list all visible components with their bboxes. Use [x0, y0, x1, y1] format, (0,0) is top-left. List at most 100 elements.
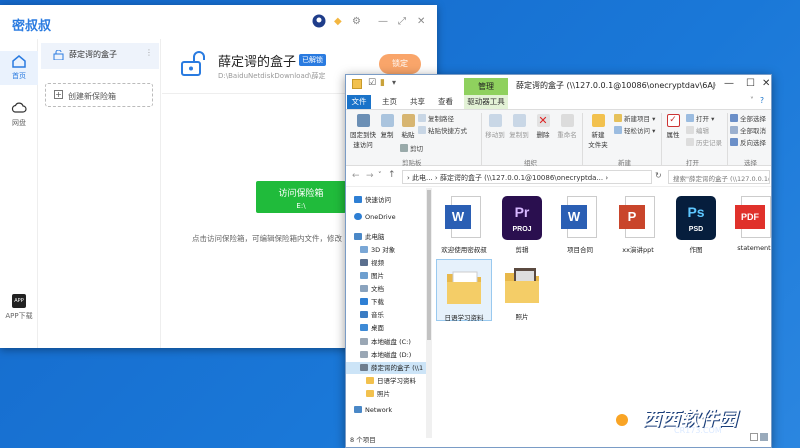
gear-icon[interactable]: ⚙	[352, 16, 361, 27]
nav-home[interactable]: 首页	[0, 51, 38, 85]
nav-folder-japanese[interactable]: 日语学习资料	[346, 375, 432, 387]
help-icon[interactable]: ?	[760, 96, 764, 105]
copy-icon	[380, 114, 394, 127]
create-vault-button[interactable]: + 创建新保险箱	[45, 83, 153, 107]
cloud-icon	[354, 213, 362, 220]
nav-vault-drive[interactable]: 薛定谔的盒子 (\\1	[346, 362, 432, 374]
cut-button[interactable]: 剪切	[400, 143, 423, 153]
up-icon[interactable]: ↑	[388, 170, 396, 180]
search-input[interactable]: 搜索"薛定谔的盒子 (\\127.0.0.1@...	[668, 170, 770, 184]
forward-icon[interactable]: →	[366, 171, 374, 181]
nav-pictures[interactable]: 图片	[346, 270, 432, 282]
close-icon[interactable]: ✕	[762, 78, 770, 89]
invert-selection-button[interactable]: 反向选择	[730, 137, 766, 147]
file-item[interactable]: Pr PROJ 剪辑	[494, 196, 550, 254]
move-to-button[interactable]: 移动到	[484, 114, 506, 139]
nav-this-pc[interactable]: 此电脑	[346, 231, 432, 243]
open-icon	[686, 114, 694, 122]
manage-context-tab[interactable]: 管理	[464, 78, 508, 95]
scissors-icon	[400, 144, 408, 152]
vault-list-item[interactable]: 薛定谔的盒子 ⋮	[41, 43, 159, 69]
folder-icon	[502, 263, 542, 307]
ribbon-collapse-icon[interactable]: ˅	[750, 96, 754, 105]
hint-text: 点击访问保险箱，可编辑保险箱内文件，修改	[192, 234, 342, 243]
powerpoint-icon: P	[619, 196, 657, 240]
file-item[interactable]: PDF statement	[726, 196, 771, 252]
copy-to-label: 复制到	[509, 131, 529, 139]
download-icon	[360, 298, 368, 305]
divider	[661, 113, 662, 165]
nav-app-download[interactable]: APP APP下载	[0, 294, 38, 321]
tab-drive-tools[interactable]: 驱动器工具	[464, 95, 508, 109]
properties-qa-icon[interactable]: ☑	[368, 78, 376, 88]
minimize-icon[interactable]: —	[724, 78, 734, 89]
avatar[interactable]	[312, 14, 326, 31]
open-button[interactable]: 打开 ▾	[686, 113, 714, 123]
folder-item[interactable]: 照片	[494, 263, 550, 321]
scroll-thumb[interactable]	[427, 190, 431, 340]
nav-drive-c[interactable]: 本地磁盘 (C:)	[346, 336, 432, 348]
network-drive-icon	[360, 364, 368, 371]
nav-onedrive[interactable]: OneDrive	[346, 213, 432, 225]
folder-icon	[444, 264, 484, 308]
file-item[interactable]: Ps PSD 作图	[668, 196, 724, 254]
select-all-button[interactable]: 全部选择	[730, 113, 766, 123]
edit-button[interactable]: 编辑	[686, 125, 709, 135]
pin-quick-access-button[interactable]: 固定到快 速访问	[348, 114, 378, 149]
refresh-icon[interactable]: ↻	[655, 171, 662, 180]
minimize-icon[interactable]: —	[378, 16, 388, 27]
close-icon[interactable]: ✕	[417, 16, 425, 27]
properties-button[interactable]: ✓ 属性	[664, 114, 682, 139]
rename-button[interactable]: 重命名	[556, 114, 578, 139]
select-none-button[interactable]: 全部取消	[730, 125, 766, 135]
nav-drive-d[interactable]: 本地磁盘 (D:)	[346, 349, 432, 361]
nav-cloud[interactable]: 网盘	[0, 101, 38, 128]
history-button[interactable]: 历史记录	[686, 137, 722, 147]
nav-3d-objects[interactable]: 3D 对象	[346, 244, 432, 256]
recent-dropdown-icon[interactable]: ˅	[378, 171, 382, 179]
file-item[interactable]: W 欢迎使用密叔叔	[436, 196, 492, 254]
copy-button[interactable]: 复制	[379, 114, 395, 139]
paste-shortcut-button[interactable]: 粘贴快捷方式	[418, 125, 467, 135]
paste-button[interactable]: 粘贴	[399, 114, 417, 139]
maximize-icon[interactable]: ☐	[746, 78, 755, 89]
new-folder-button[interactable]: 新建 文件夹	[586, 114, 610, 149]
nav-desktop[interactable]: 桌面	[346, 322, 432, 334]
new-folder-qa-icon[interactable]: ▮	[380, 78, 385, 88]
maximize-icon[interactable]: ⤢	[398, 16, 406, 27]
nav-videos[interactable]: 视频	[346, 257, 432, 269]
address-bar[interactable]: › 此电... › 薛定谔的盒子 (\\127.0.0.1@10086\onec…	[402, 170, 652, 184]
picture-icon	[360, 272, 368, 279]
visit-vault-button[interactable]: 访问保险箱 E:\	[256, 181, 346, 213]
nav-folder-photos[interactable]: 照片	[346, 388, 432, 400]
cut-label: 剪切	[410, 145, 423, 153]
tab-view[interactable]: 查看	[438, 96, 453, 107]
nav-music[interactable]: 音乐	[346, 309, 432, 321]
nav-quick-access[interactable]: 快速访问	[346, 194, 432, 206]
file-item[interactable]: P xx演讲ppt	[610, 196, 666, 254]
new-item-button[interactable]: 新建项目 ▾	[614, 113, 655, 123]
lock-button[interactable]: 锁定	[379, 54, 421, 74]
back-icon[interactable]: ←	[352, 171, 360, 181]
tab-share[interactable]: 共享	[410, 96, 425, 107]
folder-item[interactable]: 日语学习资料	[436, 259, 492, 322]
qa-dropdown-icon[interactable]: ▾	[392, 78, 396, 87]
copy-to-button[interactable]: 复制到	[508, 114, 530, 139]
vip-icon[interactable]: ◆	[334, 16, 342, 27]
easy-access-button[interactable]: 轻松访问 ▾	[614, 125, 655, 135]
nav-scrollbar[interactable]	[426, 188, 432, 438]
nav-network[interactable]: Network	[346, 406, 432, 418]
nav-downloads[interactable]: 下载	[346, 296, 432, 308]
nav-documents[interactable]: 文档	[346, 283, 432, 295]
more-icon[interactable]: ⋮	[145, 48, 153, 57]
properties-icon: ✓	[666, 114, 680, 127]
pin-icon	[356, 114, 370, 127]
tab-file[interactable]: 文件	[347, 95, 371, 109]
file-item[interactable]: W 项目合同	[552, 196, 608, 254]
edit-label: 编辑	[696, 127, 709, 135]
tab-home[interactable]: 主页	[382, 96, 397, 107]
copy-path-button[interactable]: 复制路径	[418, 113, 454, 123]
delete-button[interactable]: ✕ 删除	[534, 114, 552, 139]
desktop-icon	[360, 324, 368, 331]
nav-label: Network	[365, 406, 393, 414]
